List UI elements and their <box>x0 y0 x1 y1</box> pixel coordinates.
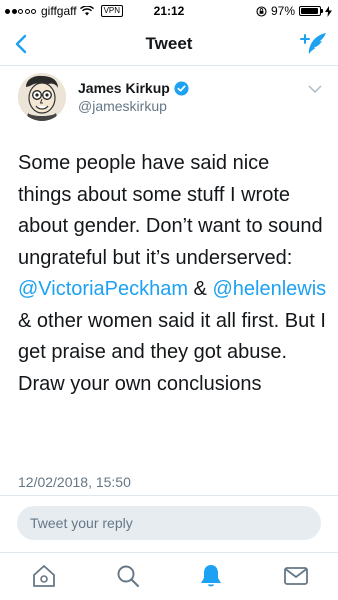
battery-icon <box>299 6 323 16</box>
status-bar: giffgaff VPN 21:12 97% <box>0 0 338 22</box>
tweet-timestamp: 12/02/2018, 15:50 <box>18 474 131 490</box>
battery-level-fill <box>301 8 319 14</box>
orientation-lock-icon <box>256 5 267 17</box>
mention-link-helen-lewis[interactable]: @helenlewis <box>212 278 326 300</box>
author-name[interactable]: James Kirkup <box>78 80 189 96</box>
charging-icon <box>325 5 332 17</box>
search-icon[interactable] <box>114 563 142 589</box>
tweet-text-outro: & other women said it all first. But I g… <box>18 309 326 395</box>
page-title: Tweet <box>145 34 193 53</box>
avatar-caricature-image <box>18 73 66 121</box>
compose-tweet-icon[interactable] <box>300 31 328 57</box>
nav-bar: Tweet <box>0 22 338 66</box>
author-handle[interactable]: @jameskirkup <box>78 98 167 114</box>
chevron-down-icon[interactable] <box>308 84 322 94</box>
battery-percentage: 97% <box>270 4 295 18</box>
author-name-text: James Kirkup <box>78 80 170 96</box>
reply-input[interactable]: Tweet your reply <box>17 506 321 540</box>
avatar[interactable] <box>18 73 66 121</box>
verified-badge-icon <box>174 80 189 96</box>
notifications-icon[interactable] <box>197 563 225 589</box>
tab-bar <box>0 552 338 600</box>
home-icon[interactable] <box>30 563 58 589</box>
tweet-text-intro: Some people have said nice things about … <box>18 152 323 269</box>
tweet-text: Some people have said nice things about … <box>18 148 328 400</box>
mention-link-victoria-peckham[interactable]: @VictoriaPeckham <box>18 278 188 300</box>
tweet-text-between: & <box>188 278 213 300</box>
status-right: 97% <box>256 4 332 18</box>
reply-area: Tweet your reply <box>0 495 338 553</box>
messages-icon[interactable] <box>282 563 310 589</box>
